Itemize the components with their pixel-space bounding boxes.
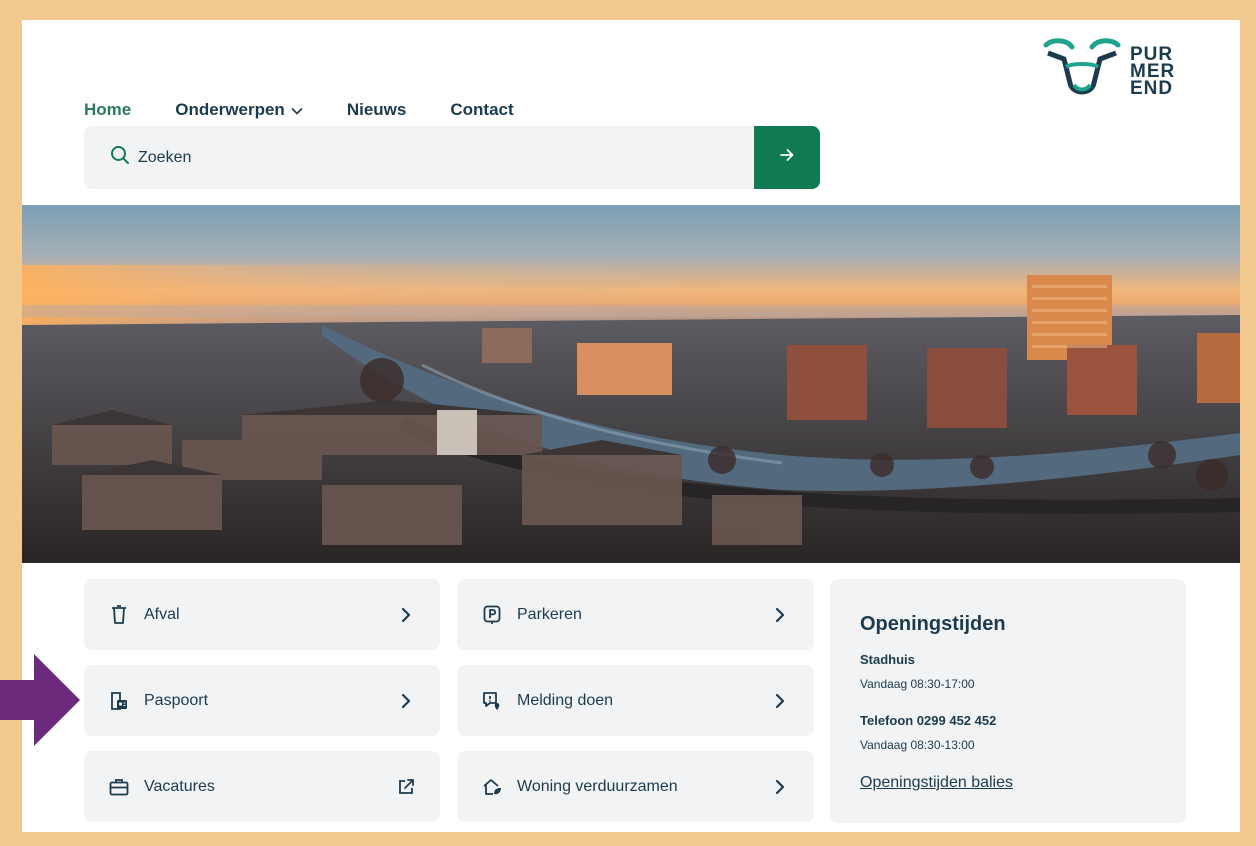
opening-hours-card: Openingstijden Stadhuis Vandaag 08:30-17… bbox=[830, 579, 1186, 823]
external-link-icon bbox=[396, 777, 416, 797]
purmerend-logo[interactable]: PUR MER END bbox=[1042, 36, 1192, 106]
parking-icon bbox=[481, 604, 503, 626]
opening-hours-title: Openingstijden bbox=[860, 613, 1006, 635]
tile-vacatures[interactable]: Vacatures bbox=[84, 751, 440, 822]
chevron-right-icon bbox=[770, 605, 790, 625]
tile-woning-verduurzamen[interactable]: Woning verduurzamen bbox=[457, 751, 814, 822]
hero-image bbox=[22, 205, 1240, 563]
opening-hours-link[interactable]: Openingstijden balies bbox=[860, 774, 1013, 791]
search-submit-button[interactable] bbox=[754, 126, 820, 189]
nav-home[interactable]: Home bbox=[84, 100, 131, 120]
report-icon bbox=[481, 690, 503, 712]
highlight-arrow-icon bbox=[0, 654, 80, 746]
cow-head-icon bbox=[1043, 38, 1121, 95]
chevron-right-icon bbox=[770, 777, 790, 797]
tile-afval-label: Afval bbox=[144, 605, 180, 623]
stadhuis-label: Stadhuis bbox=[860, 652, 915, 667]
search-icon bbox=[110, 145, 130, 170]
logo-wordmark: PUR MER END bbox=[1130, 43, 1176, 99]
briefcase-icon bbox=[108, 776, 130, 798]
logo-line-1: PUR bbox=[1130, 43, 1174, 65]
chevron-right-icon bbox=[770, 691, 790, 711]
arrow-right-icon bbox=[779, 147, 795, 168]
nav-onderwerpen-label: Onderwerpen bbox=[175, 100, 285, 119]
chevron-down-icon bbox=[291, 100, 303, 120]
chevron-right-icon bbox=[396, 605, 416, 625]
nav-contact[interactable]: Contact bbox=[450, 100, 513, 120]
tile-parkeren-label: Parkeren bbox=[517, 605, 582, 623]
trash-icon bbox=[108, 604, 130, 626]
tile-melding-doen-label: Melding doen bbox=[517, 691, 614, 709]
logo-line-2: MER bbox=[1130, 60, 1176, 82]
passport-icon bbox=[108, 690, 130, 712]
nav-onderwerpen[interactable]: Onderwerpen bbox=[175, 100, 303, 120]
tile-woning-verduurzamen-label: Woning verduurzamen bbox=[517, 777, 678, 795]
search-field[interactable] bbox=[84, 126, 754, 189]
main-nav: Home Onderwerpen Nieuws Contact bbox=[84, 100, 558, 120]
chevron-right-icon bbox=[396, 691, 416, 711]
nav-nieuws[interactable]: Nieuws bbox=[347, 100, 407, 120]
tile-afval[interactable]: Afval bbox=[84, 579, 440, 650]
tile-melding-doen[interactable]: Melding doen bbox=[457, 665, 814, 736]
telefoon-label: Telefoon 0299 452 452 bbox=[860, 713, 997, 728]
eco-house-icon bbox=[481, 776, 503, 798]
logo-line-3: END bbox=[1130, 77, 1174, 99]
search-input[interactable] bbox=[138, 148, 698, 167]
page-frame: Home Onderwerpen Nieuws Contact PUR MER … bbox=[22, 20, 1240, 832]
tile-paspoort[interactable]: Paspoort bbox=[84, 665, 440, 736]
stadhuis-hours: Vandaag 08:30-17:00 bbox=[860, 677, 975, 691]
search-bar bbox=[84, 126, 820, 189]
tile-parkeren[interactable]: Parkeren bbox=[457, 579, 814, 650]
tile-vacatures-label: Vacatures bbox=[144, 777, 215, 795]
tile-paspoort-label: Paspoort bbox=[144, 691, 209, 709]
city-panorama-illustration bbox=[22, 265, 1240, 563]
telefoon-hours: Vandaag 08:30-13:00 bbox=[860, 738, 975, 752]
